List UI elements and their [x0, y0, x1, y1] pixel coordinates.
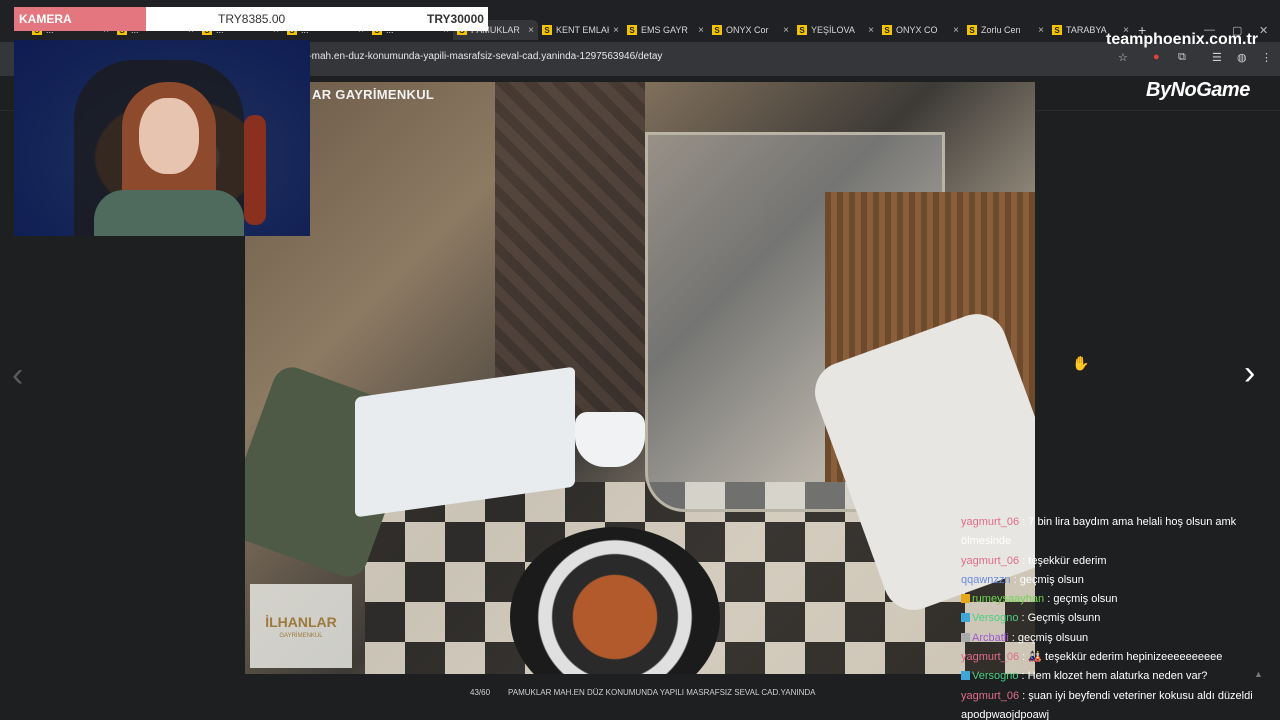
- chat-message: yagmurt_06 : 🎎 teşekkür ederim hepinizee…: [961, 648, 1273, 667]
- chat-text: : teşekkür ederim: [1022, 554, 1107, 567]
- chat-badge-icon: [961, 632, 970, 642]
- chat-username[interactable]: yagmurt_06: [961, 690, 1019, 702]
- tab-favicon-icon: S: [882, 25, 892, 35]
- tab-close-icon[interactable]: ×: [528, 25, 534, 36]
- chat-message: Arcbatli : geçmiş olsuun: [961, 629, 1273, 648]
- chat-username[interactable]: yagmurt_06: [961, 555, 1019, 567]
- tab-favicon-icon: S: [1052, 25, 1062, 35]
- chat-message: qqawnzzn : geçmiş olsun: [961, 571, 1273, 590]
- tab-close-icon[interactable]: ×: [953, 25, 959, 36]
- tab-favicon-icon: S: [797, 25, 807, 35]
- chat-text: : Hem klozet hem alaturka neden var?: [1021, 670, 1208, 683]
- chat-badge-icon: [961, 613, 970, 623]
- chat-text: : geçmiş olsun: [1047, 593, 1118, 606]
- tab-title: Zorlu Cen: [981, 25, 1021, 35]
- agency-watermark-top: AR GAYRİMENKUL: [312, 87, 435, 102]
- browser-tab[interactable]: S KENT EMLAK ×: [538, 20, 623, 40]
- tab-close-icon[interactable]: ×: [868, 25, 874, 36]
- chat-username[interactable]: yagmurt_06: [961, 516, 1019, 528]
- tab-close-icon[interactable]: ×: [698, 25, 704, 36]
- tab-favicon-icon: S: [627, 25, 637, 35]
- chat-username[interactable]: Versogno: [972, 612, 1018, 624]
- reading-list-icon[interactable]: ☰: [1212, 51, 1222, 64]
- agency-logo-sub: GAYRİMENKUL: [279, 632, 323, 639]
- chat-badge-icon: [961, 594, 970, 604]
- donation-amount: TRY8385.00: [218, 12, 286, 26]
- chat-scroll-icon: ▲: [1254, 669, 1263, 679]
- donation-goal: TRY30000: [427, 12, 484, 26]
- site-watermark: teamphoenix.com.tr: [1106, 31, 1259, 48]
- chat-message: yagmurt_06 : şuan iyi beyfendi veteriner…: [961, 687, 1273, 720]
- extensions-puzzle-icon[interactable]: ⧉: [1178, 51, 1186, 64]
- tab-close-icon[interactable]: ×: [613, 25, 619, 36]
- tab-close-icon[interactable]: ×: [783, 25, 789, 36]
- chat-text: : geçmiş olsuun: [1011, 631, 1089, 644]
- chat-message: yagmurt_06 : teşekkür ederim: [961, 552, 1273, 571]
- tab-favicon-icon: S: [967, 25, 977, 35]
- chat-username[interactable]: qqawnzzn: [961, 574, 1011, 586]
- webcam-guitar: [244, 115, 266, 225]
- chat-text: : Geçmiş olsunn: [1021, 612, 1101, 625]
- photo-toilet: [575, 412, 645, 467]
- browser-tab[interactable]: S ONYX Cor ×: [708, 20, 793, 40]
- tab-title: ONYX CO: [896, 25, 938, 35]
- mouse-cursor-icon: ✋: [1072, 355, 1090, 371]
- tab-title: ONYX Cor: [726, 25, 769, 35]
- browser-tab[interactable]: S YEŞİLOVA ×: [793, 20, 878, 40]
- next-photo-button[interactable]: ›: [1244, 354, 1255, 393]
- webcam-shirt: [94, 190, 244, 236]
- chat-badge-icon: [961, 671, 970, 681]
- browser-tab[interactable]: S Zorlu Cen ×: [963, 20, 1048, 40]
- tab-close-icon[interactable]: ×: [1038, 25, 1044, 36]
- chat-text: : 🎎 teşekkür ederim hepinizeeeeeeeeee: [1022, 651, 1223, 664]
- extension-icon[interactable]: ●: [1153, 51, 1160, 63]
- chat-message: Versogno : Hem klozet hem alaturka neden…: [961, 667, 1273, 686]
- chat-username[interactable]: Arcbatli: [972, 632, 1009, 644]
- tab-title: YEŞİLOVA: [811, 25, 855, 35]
- webcam-face: [139, 98, 199, 174]
- bookmark-star-icon[interactable]: ☆: [1118, 51, 1128, 64]
- tab-favicon-icon: S: [542, 25, 552, 35]
- browser-tab[interactable]: S ONYX CO ×: [878, 20, 963, 40]
- bynogame-logo: ByNoGame: [1146, 79, 1250, 101]
- close-window-icon[interactable]: ✕: [1259, 24, 1268, 37]
- tab-title: KENT EMLAK: [556, 25, 610, 35]
- chat-message: rumeysaayhan : geçmiş olsun: [961, 590, 1273, 609]
- camera-label: KAMERA: [14, 7, 146, 31]
- previous-photo-button[interactable]: ‹: [12, 356, 23, 395]
- chat-message: Versogno : Geçmiş olsunn: [961, 609, 1273, 628]
- browser-menu-icon[interactable]: ⋮: [1261, 51, 1272, 64]
- browser-tab[interactable]: S EMS GAYR ×: [623, 20, 708, 40]
- address-bar-url[interactable]: r-mah.en-duz-konumunda-yapili-masrafsiz-…: [305, 51, 662, 62]
- screen: S...×S...×S...×S...×S...×SPAMUKLAR×SKENT…: [0, 0, 1280, 720]
- chat-overlay: yagmurt_06 : 7 bin lira baydım ama helal…: [961, 513, 1273, 720]
- chat-username[interactable]: rumeysaayhan: [972, 593, 1044, 605]
- listing-caption: PAMUKLAR MAH.EN DÜZ KONUMUNDA YAPILI MAS…: [508, 688, 816, 697]
- webcam-feed: [14, 40, 310, 236]
- gallery-photo[interactable]: [245, 82, 1035, 674]
- chat-message: yagmurt_06 : 7 bin lira baydım ama helal…: [961, 513, 1273, 552]
- tab-title: EMS GAYR: [641, 25, 688, 35]
- tab-favicon-icon: S: [712, 25, 722, 35]
- chat-username[interactable]: yagmurt_06: [961, 651, 1019, 663]
- agency-logo-main: İLHANLAR: [265, 613, 337, 630]
- agency-logo: İLHANLAR GAYRİMENKUL: [250, 584, 352, 668]
- profile-icon[interactable]: ◍: [1237, 51, 1247, 64]
- photo-counter: 43/60: [470, 688, 491, 697]
- chat-username[interactable]: Versogno: [972, 670, 1018, 682]
- chat-text: : geçmiş olsun: [1013, 573, 1084, 586]
